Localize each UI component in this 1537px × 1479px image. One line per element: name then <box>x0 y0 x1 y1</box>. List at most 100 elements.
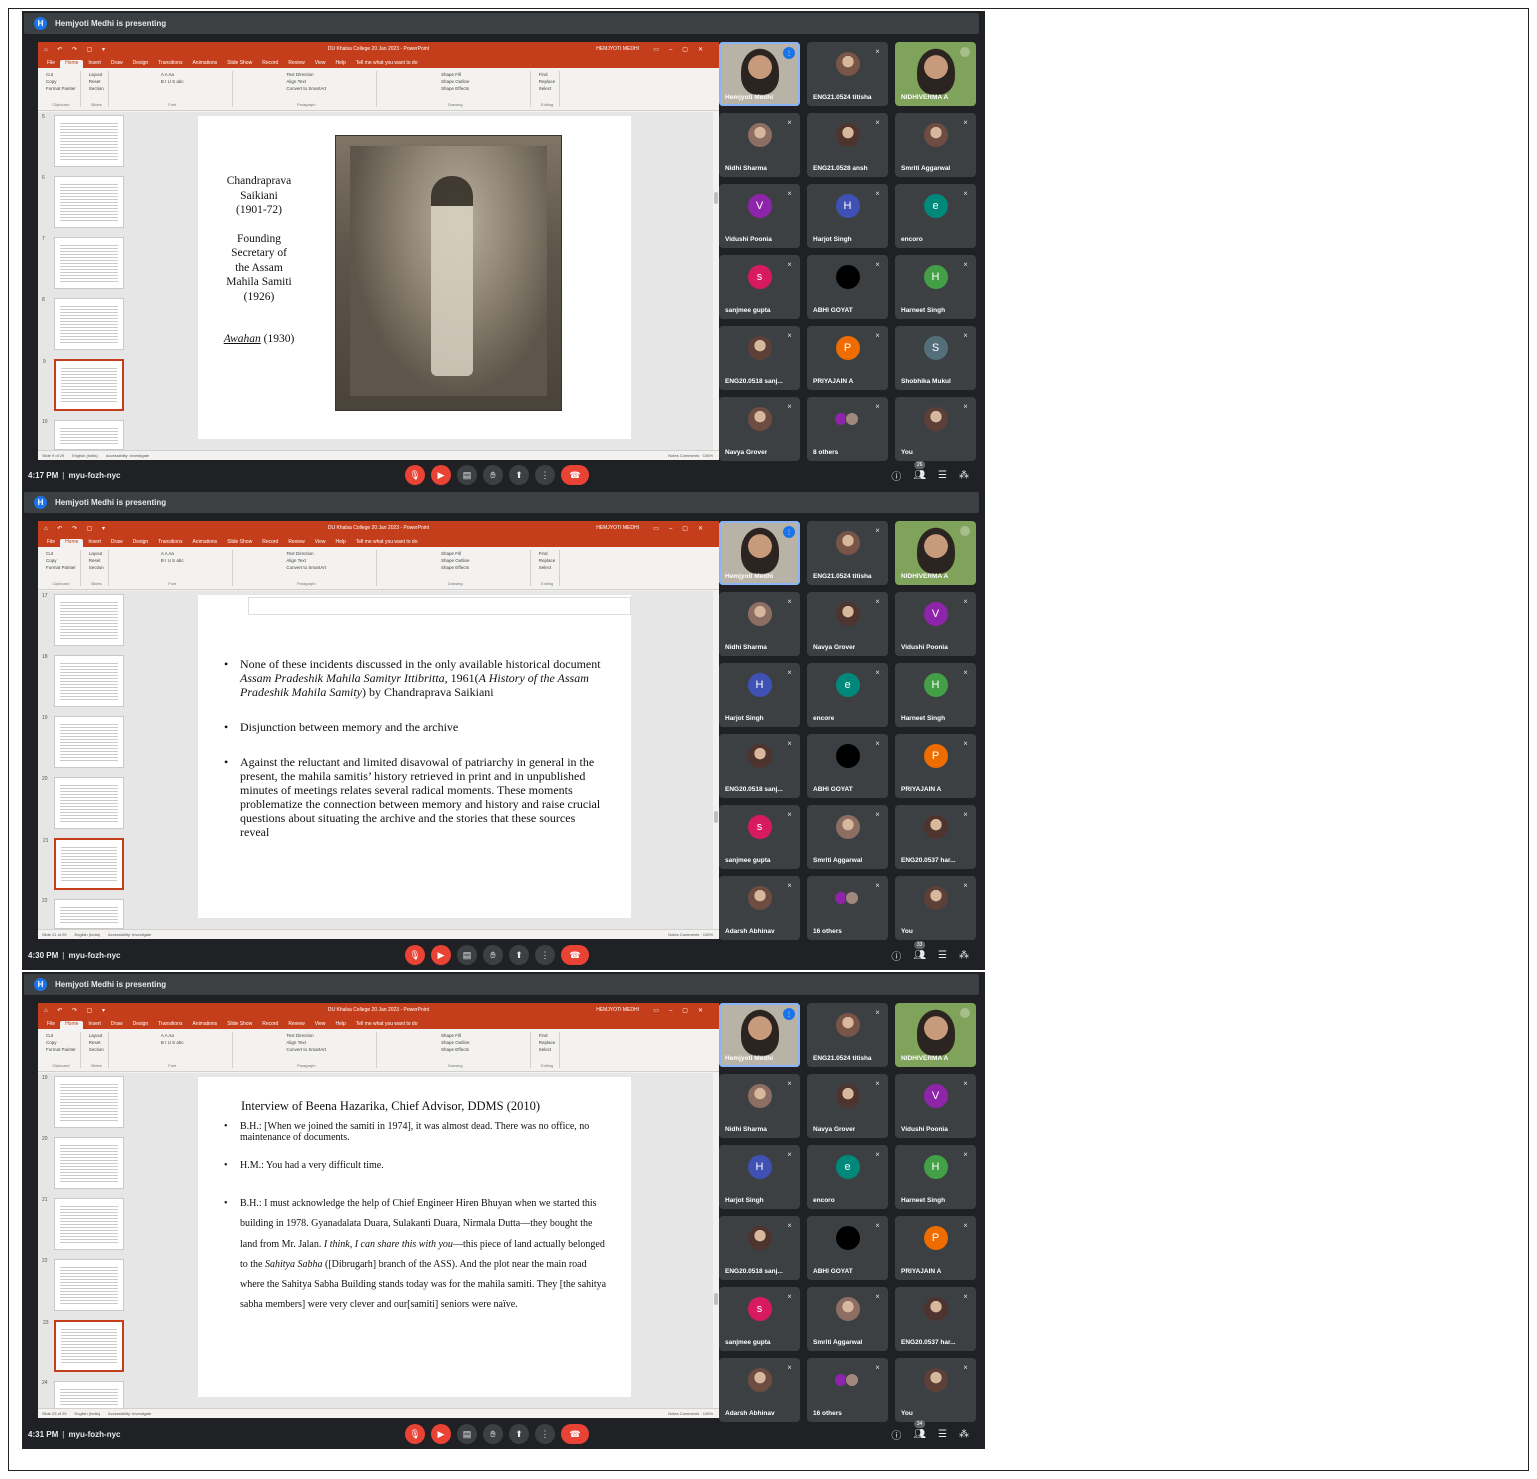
chat-icon[interactable]: ☰ <box>938 1429 947 1440</box>
people-icon[interactable]: 👥︎ 33 <box>913 940 926 961</box>
people-icon[interactable]: 👥︎ 26 <box>913 460 926 481</box>
raise-hand-icon[interactable]: ✋︎ <box>483 945 503 965</box>
tell-me-search[interactable]: Tell me what you want to do <box>351 1021 423 1029</box>
ribbon-group-paragraph[interactable]: Text Direction Align Text Convert to Smart… <box>237 1032 377 1068</box>
slide-thumb[interactable]: 24 <box>42 1380 124 1411</box>
participant-tile[interactable]: ⨯ Nidhi Sharma <box>719 1074 800 1138</box>
participant-tile[interactable]: ⋮ Hemjyoti Medhi <box>719 42 800 106</box>
tab-design[interactable]: Design <box>128 539 154 547</box>
tab-review[interactable]: Review <box>283 539 309 547</box>
slide-thumb[interactable]: 5 <box>42 114 124 167</box>
ribbon-group-clipboard[interactable]: Cut Copy Format Painter Clipboard <box>42 1032 81 1068</box>
participant-tile[interactable]: ⨯ ABHI GOYAT <box>807 1216 888 1280</box>
tab-help[interactable]: Help <box>330 1021 350 1029</box>
participant-tile[interactable]: ⨯ ENG20.0518 sanj... <box>719 326 800 390</box>
participant-tile[interactable]: ⨯ s sanjmee gupta <box>719 255 800 319</box>
info-icon[interactable]: ⓘ <box>891 468 901 483</box>
more-vert-icon[interactable]: ⋮ <box>535 465 555 485</box>
slide-thumb[interactable]: 22 <box>42 898 124 929</box>
participant-tile[interactable]: ⨯ ABHI GOYAT <box>807 734 888 798</box>
participant-tile[interactable]: ⨯ V Vidushi Poonia <box>895 592 976 656</box>
end-call-icon[interactable]: ☎︎ <box>561 945 589 965</box>
slide-thumb[interactable]: 7 <box>42 236 124 289</box>
participant-tile[interactable]: ⨯ You <box>895 397 976 461</box>
slide-thumb-selected[interactable]: 23 <box>43 1320 124 1372</box>
tab-record[interactable]: Record <box>257 1021 283 1029</box>
ribbon-group-editing[interactable]: Find Replace Select Editing <box>535 71 561 107</box>
window-controls[interactable]: ▭–▢✕ <box>653 525 713 532</box>
present-icon[interactable]: ⬆︎ <box>509 465 529 485</box>
mic-off-icon[interactable]: 🎙︎ <box>405 465 425 485</box>
ribbon-group-clipboard[interactable]: Cut Copy Format Painter Clipboard <box>42 71 81 107</box>
camera-off-icon[interactable]: ▶︎ <box>431 1424 451 1444</box>
participant-tile[interactable]: NIDHIVERMA A <box>895 1003 976 1067</box>
participant-tile[interactable]: ⨯ P PRIYAJAIN A <box>895 1216 976 1280</box>
quick-access-toolbar[interactable]: ⌂ ↶ ↷ ▢ ▾ <box>44 46 109 53</box>
ribbon-group-font[interactable]: A A Aa B I U S abc Font <box>113 71 233 107</box>
participant-tile[interactable]: ⋮ Hemjyoti Medhi <box>719 521 800 585</box>
tab-home[interactable]: Home <box>60 539 84 547</box>
participant-tile[interactable]: ⨯ ENG21.0524 titisha <box>807 1003 888 1067</box>
participant-tile[interactable]: ⨯ Nidhi Sharma <box>719 113 800 177</box>
slide-thumb[interactable]: 8 <box>42 297 124 350</box>
slide-thumb[interactable]: 21 <box>42 1197 124 1250</box>
tab-insert[interactable]: Insert <box>83 60 106 68</box>
tab-file[interactable]: File <box>42 539 60 547</box>
participant-tile[interactable]: ⨯ s sanjmee gupta <box>719 805 800 869</box>
powerpoint-window[interactable]: ⌂ ↶ ↷ ▢ ▾ DU Khalsa College 20 Jan 2023 … <box>38 42 719 460</box>
tab-animations[interactable]: Animations <box>187 1021 222 1029</box>
tab-home[interactable]: Home <box>60 1021 84 1029</box>
ribbon-group-editing[interactable]: Find Replace Select Editing <box>535 1032 561 1068</box>
participant-tile[interactable]: ⨯ V Vidushi Poonia <box>895 1074 976 1138</box>
participant-tile[interactable]: ⨯ e encoro <box>895 184 976 248</box>
camera-off-icon[interactable]: ▶︎ <box>431 465 451 485</box>
zoom-level[interactable]: 106% <box>703 932 713 937</box>
slide-thumb[interactable]: 22 <box>42 1258 124 1311</box>
tab-review[interactable]: Review <box>283 60 309 68</box>
participant-tile[interactable]: ⨯ P PRIYAJAIN A <box>807 326 888 390</box>
ppt-user-name[interactable]: HEMJYOTI MEDHI <box>596 525 639 531</box>
participant-tile[interactable]: ⨯ S Shobhika Mukul <box>895 326 976 390</box>
ribbon-group-clipboard[interactable]: Cut Copy Format Painter Clipboard <box>42 550 81 586</box>
participant-tile[interactable]: ⨯ ENG21.0524 titisha <box>807 521 888 585</box>
ribbon-group-editing[interactable]: Find Replace Select Editing <box>535 550 561 586</box>
tab-review[interactable]: Review <box>283 1021 309 1029</box>
pin-icon[interactable] <box>960 47 970 57</box>
tab-transitions[interactable]: Transitions <box>153 1021 187 1029</box>
participant-tile[interactable]: ⨯ H Harneet Singh <box>895 1145 976 1209</box>
participant-tile[interactable]: ⨯ You <box>895 1358 976 1422</box>
slide-canvas[interactable]: Chandraprava Saikiani (1901-72) Founding… <box>198 116 631 439</box>
slide-thumb[interactable]: 19 <box>42 1075 124 1128</box>
tab-view[interactable]: View <box>310 60 331 68</box>
tab-view[interactable]: View <box>310 1021 331 1029</box>
tab-insert[interactable]: Insert <box>83 1021 106 1029</box>
tab-design[interactable]: Design <box>128 1021 154 1029</box>
ribbon-group-drawing[interactable]: Shape Fill Shape Outline Shape Effects Draw… <box>381 71 531 107</box>
participant-tile[interactable]: ⨯ ENG20.0537 har... <box>895 1287 976 1351</box>
participant-tile[interactable]: ⨯ Smriti Aggarwal <box>807 1287 888 1351</box>
participant-tile[interactable]: ⨯ H Harjot Singh <box>719 663 800 727</box>
present-icon[interactable]: ⬆︎ <box>509 945 529 965</box>
tell-me-search[interactable]: Tell me what you want to do <box>351 60 423 68</box>
window-controls[interactable]: ▭–▢✕ <box>653 1007 713 1014</box>
participant-tile[interactable]: ⨯ Navya Grover <box>719 397 800 461</box>
tab-animations[interactable]: Animations <box>187 60 222 68</box>
info-icon[interactable]: ⓘ <box>891 1427 901 1442</box>
ppt-user-name[interactable]: HEMJYOTI MEDHI <box>596 1007 639 1013</box>
participant-tile[interactable]: ⨯ H Harjot Singh <box>807 184 888 248</box>
zoom-level[interactable]: 106% <box>703 1411 713 1416</box>
tab-slideshow[interactable]: Slide Show <box>222 1021 257 1029</box>
info-icon[interactable]: ⓘ <box>891 948 901 963</box>
participant-tile[interactable]: ⨯ You <box>895 876 976 940</box>
present-icon[interactable]: ⬆︎ <box>509 1424 529 1444</box>
window-controls[interactable]: ▭–▢✕ <box>653 46 713 53</box>
participant-tile[interactable]: ⨯ ENG21.0528 ansh <box>807 113 888 177</box>
slide-thumb[interactable]: 18 <box>42 654 124 707</box>
participant-tile[interactable]: ⨯ Smriti Aggarwal <box>807 805 888 869</box>
slide-thumb[interactable]: 6 <box>42 175 124 228</box>
chat-icon[interactable]: ☰ <box>938 950 947 961</box>
participant-tile[interactable]: ⨯ 16 others <box>807 1358 888 1422</box>
participant-tile[interactable]: ⨯ Adarsh Abhinav <box>719 1358 800 1422</box>
tell-me-search[interactable]: Tell me what you want to do <box>351 539 423 547</box>
mic-off-icon[interactable]: 🎙︎ <box>405 945 425 965</box>
